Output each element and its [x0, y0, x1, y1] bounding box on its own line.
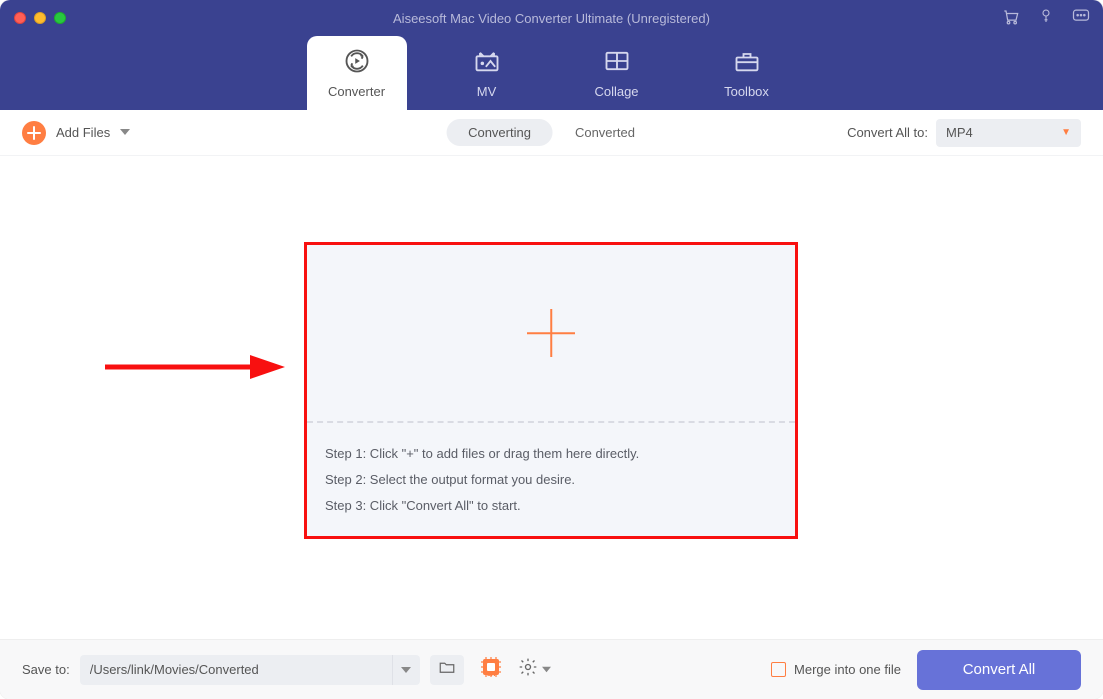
drop-zone-add[interactable] — [307, 245, 795, 423]
chevron-down-icon[interactable] — [120, 124, 130, 142]
window-zoom-button[interactable] — [54, 12, 66, 24]
chip-icon: ON — [478, 654, 504, 685]
feedback-icon[interactable] — [1071, 6, 1091, 31]
main-area: Step 1: Click "+" to add files or drag t… — [10, 156, 1093, 639]
toolbar: Add Files Converting Converted Convert A… — [0, 110, 1103, 156]
mv-icon — [473, 47, 501, 78]
drop-zone[interactable]: Step 1: Click "+" to add files or drag t… — [304, 242, 798, 539]
checkbox-box — [771, 662, 786, 677]
window-title: Aiseesoft Mac Video Converter Ultimate (… — [0, 11, 1103, 26]
conversion-status-toggle: Converting Converted — [446, 119, 657, 146]
instructions-step: Step 1: Click "+" to add files or drag t… — [325, 441, 777, 467]
window-minimize-button[interactable] — [34, 12, 46, 24]
plus-icon — [22, 121, 46, 145]
instructions-step: Step 2: Select the output format you des… — [325, 467, 777, 493]
tab-label: Collage — [594, 84, 638, 99]
chevron-down-icon — [542, 661, 551, 679]
instructions: Step 1: Click "+" to add files or drag t… — [307, 423, 795, 519]
toolbox-icon — [733, 47, 761, 78]
merge-checkbox[interactable]: Merge into one file — [771, 662, 901, 677]
window-close-button[interactable] — [14, 12, 26, 24]
convert-all-button[interactable]: Convert All — [917, 650, 1081, 690]
main-tabs: Converter MV Collage — [0, 36, 1103, 110]
tab-label: Toolbox — [724, 84, 769, 99]
annotation-arrow — [100, 352, 290, 387]
folder-icon — [438, 658, 456, 681]
add-files-button[interactable]: Add Files — [22, 121, 130, 145]
tab-collage[interactable]: Collage — [567, 36, 667, 110]
instructions-step: Step 3: Click "Convert All" to start. — [325, 493, 777, 519]
footer-bar: Save to: ON — [0, 639, 1103, 699]
key-icon[interactable] — [1037, 7, 1055, 30]
collage-icon — [603, 47, 631, 78]
plus-icon — [527, 309, 575, 357]
tab-label: MV — [477, 84, 497, 99]
cart-icon[interactable] — [1001, 6, 1021, 31]
save-path-input[interactable] — [80, 662, 392, 677]
convert-icon — [343, 47, 371, 78]
save-path-dropdown[interactable] — [392, 655, 420, 685]
save-to-label: Save to: — [22, 662, 70, 677]
gpu-accel-button[interactable]: ON — [474, 655, 508, 685]
merge-label: Merge into one file — [794, 662, 901, 677]
open-folder-button[interactable] — [430, 655, 464, 685]
segment-converted[interactable]: Converted — [553, 119, 657, 146]
tab-label: Converter — [328, 84, 385, 99]
format-selected-value: MP4 — [946, 125, 973, 140]
tab-toolbox[interactable]: Toolbox — [697, 36, 797, 110]
settings-button[interactable] — [518, 657, 551, 682]
gear-icon — [518, 657, 538, 682]
convert-all-to-label: Convert All to: — [847, 125, 928, 140]
tab-mv[interactable]: MV — [437, 36, 537, 110]
tab-converter[interactable]: Converter — [307, 36, 407, 110]
chevron-down-icon: ▼ — [1061, 127, 1071, 138]
output-format-select[interactable]: MP4 ▼ — [936, 119, 1081, 147]
svg-text:ON: ON — [486, 672, 495, 678]
add-files-label: Add Files — [56, 125, 110, 140]
segment-converting[interactable]: Converting — [446, 119, 553, 146]
save-path-field — [80, 655, 420, 685]
titlebar: Aiseesoft Mac Video Converter Ultimate (… — [0, 0, 1103, 36]
